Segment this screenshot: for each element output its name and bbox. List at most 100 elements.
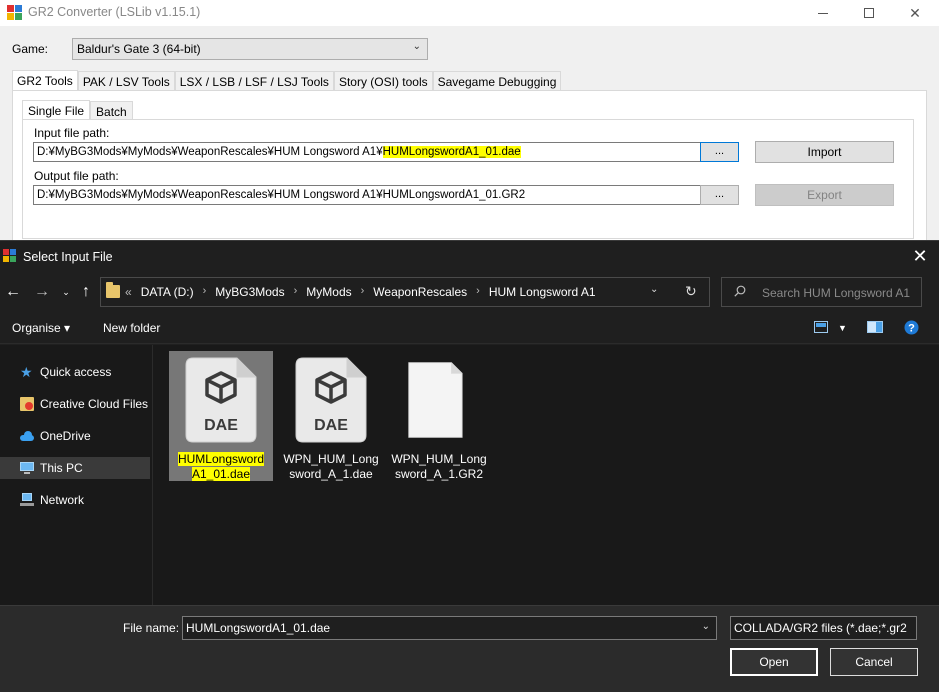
address-bar[interactable]: « DATA (D:) › MyBG3Mods › MyMods › Weapo… — [100, 277, 710, 307]
minimize-button[interactable] — [800, 0, 846, 26]
breadcrumb: « DATA (D:) › MyBG3Mods › MyMods › Weapo… — [125, 285, 596, 299]
title-bar: GR2 Converter (LSLib v1.15.1) ✕ — [0, 0, 939, 26]
close-icon: ✕ — [909, 4, 921, 21]
chevron-down-icon[interactable]: ⌄ — [650, 284, 658, 295]
sidebar-item-label: Quick access — [40, 365, 112, 379]
search-icon — [734, 285, 746, 297]
forward-button[interactable]: → — [34, 282, 50, 302]
sidebar-item-label: This PC — [40, 461, 83, 475]
file-name: HUMLongsword A1_01.dae — [169, 452, 273, 482]
file-type-select[interactable]: COLLADA/GR2 files (*.dae;*.gr2 — [730, 616, 917, 640]
chevron-right-icon: › — [202, 285, 207, 297]
import-button[interactable]: Import — [755, 141, 894, 163]
svg-text:?: ? — [908, 323, 915, 335]
sidebar-item-onedrive[interactable]: OneDrive — [0, 425, 150, 447]
search-box[interactable]: Search HUM Longsword A1 — [721, 277, 922, 307]
tab-single-file[interactable]: Single File — [22, 100, 91, 120]
tab-batch[interactable]: Batch — [90, 101, 133, 120]
breadcrumb-item[interactable]: HUM Longsword A1 — [489, 285, 596, 299]
recent-locations-button[interactable]: ⌄ — [61, 282, 71, 302]
network-icon — [20, 493, 34, 507]
tab-savegame-debugging[interactable]: Savegame Debugging — [432, 71, 562, 91]
single-file-panel — [22, 119, 914, 239]
file-item[interactable]: DAE WPN_HUM_Long sword_A_1.dae — [279, 351, 383, 481]
dialog-close-button[interactable]: ✕ — [908, 245, 932, 269]
file-name: WPN_HUM_Long sword_A_1.dae — [279, 452, 383, 482]
input-browse-button[interactable]: ... — [700, 142, 739, 162]
tab-gr2-tools[interactable]: GR2 Tools — [12, 70, 78, 91]
breadcrumb-item[interactable]: MyMods — [306, 285, 351, 299]
open-button[interactable]: Open — [730, 648, 818, 676]
refresh-icon[interactable]: ↻ — [685, 283, 697, 300]
app-icon — [7, 5, 23, 21]
game-label: Game: — [12, 42, 49, 56]
star-icon: ★ — [20, 364, 33, 380]
tab-pak-lsv-tools[interactable]: PAK / LSV Tools — [77, 71, 175, 91]
close-button[interactable]: ✕ — [892, 0, 938, 26]
file-type-badge: DAE — [204, 417, 238, 434]
input-path-prefix: D:¥MyBG3Mods¥MyMods¥WeaponRescales¥HUM L… — [37, 146, 383, 158]
sidebar-item-creative-cloud-files[interactable]: Creative Cloud Files — [0, 393, 150, 415]
creative-cloud-icon — [20, 397, 34, 411]
navigation-bar: ← → ⌄ ↑ « DATA (D:) › MyBG3Mods › MyMods… — [0, 272, 939, 312]
arrow-up-icon: ↑ — [82, 283, 90, 300]
cloud-icon — [20, 429, 34, 443]
breadcrumb-item[interactable]: MyBG3Mods — [215, 285, 284, 299]
file-list: DAE HUMLongsword A1_01.dae DAE WPN_HUM_L… — [152, 345, 939, 605]
breadcrumb-item[interactable]: DATA (D:) — [141, 285, 194, 299]
file-name-input[interactable]: HUMLongswordA1_01.dae ⌄ — [182, 616, 717, 640]
dialog-title: Select Input File — [23, 250, 113, 264]
file-name-value: HUMLongswordA1_01.dae — [186, 621, 331, 635]
input-path-filename: HUMLongswordA1_01.dae — [382, 146, 521, 158]
file-name-line: sword_A_1.GR2 — [394, 467, 484, 481]
file-name-line: A1_01.dae — [191, 467, 251, 481]
tab-story-tools[interactable]: Story (OSI) tools — [333, 71, 433, 91]
command-bar: Organise ▾ New folder ▼ ? — [0, 312, 939, 344]
select-input-file-dialog: Select Input File ✕ ← → ⌄ ↑ « DATA (D:) … — [0, 240, 939, 692]
game-select[interactable]: Baldur's Gate 3 (64-bit) ⌄ — [72, 38, 428, 60]
sidebar-item-label: Creative Cloud Files — [40, 397, 149, 411]
new-folder-button[interactable]: New folder — [103, 321, 160, 335]
file-item[interactable]: DAE HUMLongsword A1_01.dae — [169, 351, 273, 481]
output-path-field[interactable]: D:¥MyBG3Mods¥MyMods¥WeaponRescales¥HUM L… — [33, 185, 701, 205]
navigation-pane: ★ Quick access Creative Cloud Files OneD… — [0, 345, 152, 605]
arrow-left-icon: ← — [5, 283, 21, 300]
computer-icon — [20, 461, 34, 475]
chevron-down-icon: ⌄ — [412, 41, 421, 52]
input-path-field[interactable]: D:¥MyBG3Mods¥MyMods¥WeaponRescales¥HUM L… — [33, 142, 701, 162]
sidebar-item-quick-access[interactable]: ★ Quick access — [0, 361, 150, 383]
help-icon[interactable]: ? — [904, 320, 919, 335]
minimize-icon — [818, 12, 828, 14]
tab-lsx-tools[interactable]: LSX / LSB / LSF / LSJ Tools — [174, 71, 334, 91]
window-title: GR2 Converter (LSLib v1.15.1) — [28, 5, 201, 19]
breadcrumb-overflow[interactable]: « — [125, 285, 132, 299]
up-button[interactable]: ↑ — [78, 282, 94, 302]
file-item[interactable]: WPN_HUM_Long sword_A_1.GR2 — [387, 351, 491, 481]
search-placeholder: Search HUM Longsword A1 — [762, 286, 911, 300]
output-path-label: Output file path: — [34, 169, 119, 183]
app-icon — [3, 249, 17, 263]
output-browse-button[interactable]: ... — [700, 185, 739, 205]
chevron-down-icon[interactable]: ⌄ — [702, 621, 710, 632]
chevron-right-icon: › — [360, 285, 365, 297]
input-path-label: Input file path: — [34, 126, 110, 140]
view-options-chevron-icon[interactable]: ▼ — [838, 323, 847, 333]
blank-file-icon — [408, 362, 463, 438]
back-button[interactable]: ← — [5, 282, 21, 302]
file-type-badge: DAE — [314, 417, 348, 434]
chevron-right-icon: › — [293, 285, 298, 297]
export-button[interactable]: Export — [755, 184, 894, 206]
organise-button[interactable]: Organise ▾ — [12, 321, 70, 335]
breadcrumb-item[interactable]: WeaponRescales — [373, 285, 467, 299]
maximize-button[interactable] — [846, 0, 892, 26]
dialog-footer: File name: HUMLongswordA1_01.dae ⌄ COLLA… — [0, 605, 939, 692]
change-view-icon[interactable] — [814, 321, 828, 333]
sidebar-item-label: Network — [40, 493, 85, 507]
chevron-down-icon: ⌄ — [62, 287, 70, 297]
sidebar-item-network[interactable]: Network — [0, 489, 150, 511]
file-name-line: WPN_HUM_Long — [283, 452, 379, 466]
preview-pane-icon[interactable] — [867, 321, 883, 333]
cancel-button[interactable]: Cancel — [830, 648, 918, 676]
sidebar-item-this-pc[interactable]: This PC — [0, 457, 150, 479]
file-name: WPN_HUM_Long sword_A_1.GR2 — [387, 452, 491, 482]
